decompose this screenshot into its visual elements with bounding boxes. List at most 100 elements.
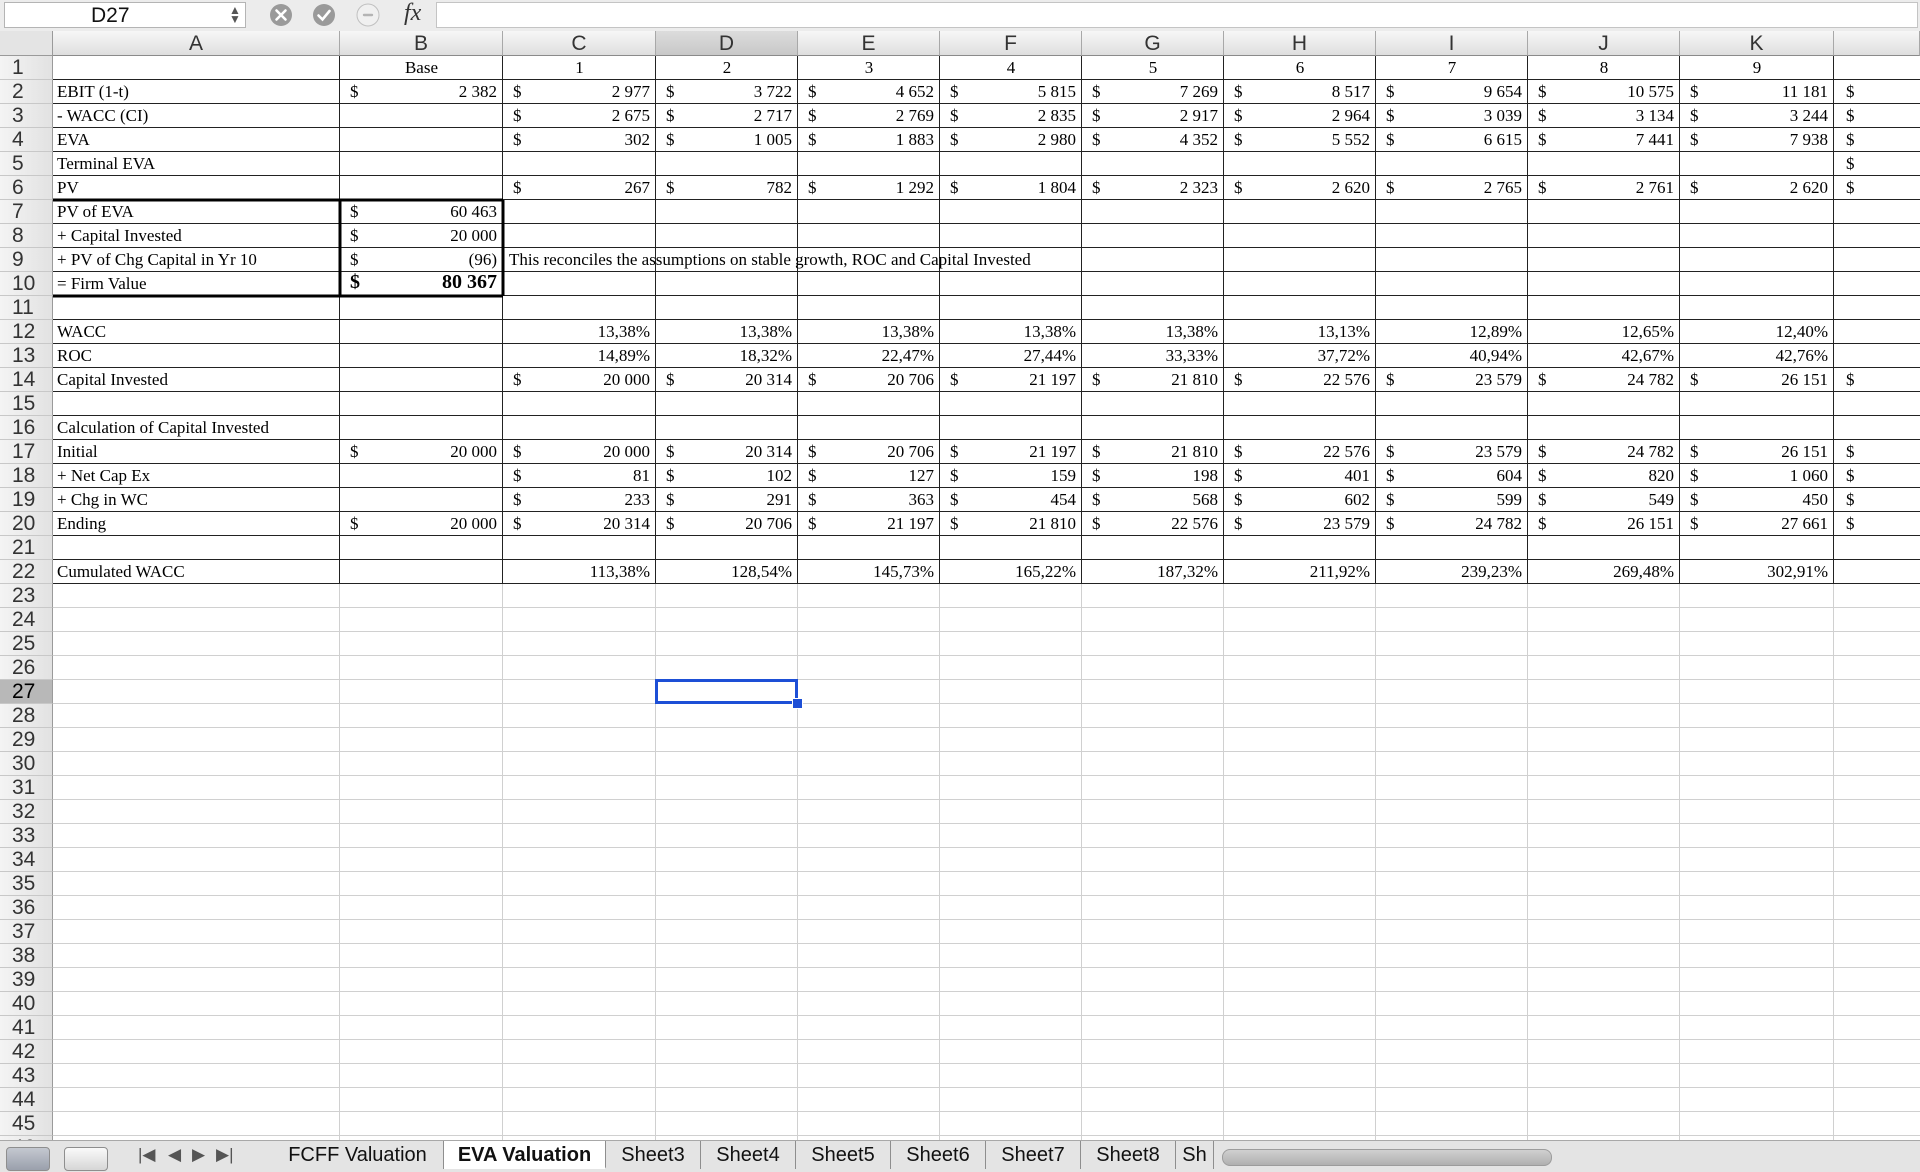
row-label-22[interactable]: Cumulated WACC <box>53 561 344 583</box>
value-r3-j[interactable]: 3 134 <box>1528 105 1680 127</box>
value-r18-i[interactable]: 604 <box>1376 465 1528 487</box>
value-r20-d[interactable]: 20 706 <box>656 513 798 535</box>
value-r4-j[interactable]: 7 441 <box>1528 129 1680 151</box>
selected-cell-d27[interactable] <box>655 679 798 704</box>
value-r14-e[interactable]: 20 706 <box>798 369 940 391</box>
value-r22-h[interactable]: 211,92% <box>1224 561 1376 583</box>
value-r4-c[interactable]: 302 <box>503 129 656 151</box>
value-r13-g[interactable]: 33,33% <box>1082 345 1224 367</box>
year-header-2[interactable]: 2 <box>656 57 798 79</box>
value-r2-j[interactable]: 10 575 <box>1528 81 1680 103</box>
sheet-tab-eva-valuation[interactable]: EVA Valuation <box>444 1141 606 1169</box>
value-r17-g[interactable]: 21 810 <box>1082 441 1224 463</box>
value-r14-c[interactable]: 20 000 <box>503 369 656 391</box>
value-r19-e[interactable]: 363 <box>798 489 940 511</box>
value-r17-f[interactable]: 21 197 <box>940 441 1082 463</box>
value-r13-c[interactable]: 14,89% <box>503 345 656 367</box>
value-r14-j[interactable]: 24 782 <box>1528 369 1680 391</box>
year-header-8[interactable]: 8 <box>1528 57 1680 79</box>
value-r20-h[interactable]: 23 579 <box>1224 513 1376 535</box>
sheet-tab-sheet6[interactable]: Sheet6 <box>891 1141 986 1169</box>
value-r2-e[interactable]: 4 652 <box>798 81 940 103</box>
value-r2-c[interactable]: 2 977 <box>503 81 656 103</box>
value-r18-h[interactable]: 401 <box>1224 465 1376 487</box>
year-header-1[interactable]: 1 <box>503 57 656 79</box>
value-r17-k[interactable]: 26 151 <box>1680 441 1834 463</box>
value-r19-g[interactable]: 568 <box>1082 489 1224 511</box>
first-sheet-icon[interactable]: |◀ <box>138 1145 156 1165</box>
value-r13-f[interactable]: 27,44% <box>940 345 1082 367</box>
base-value-2[interactable]: 2 382 <box>340 81 503 103</box>
value-r19-f[interactable]: 454 <box>940 489 1082 511</box>
value-r19-h[interactable]: 602 <box>1224 489 1376 511</box>
sheet-tab-fcff-valuation[interactable]: FCFF Valuation <box>272 1141 444 1169</box>
value-r2-h[interactable]: 8 517 <box>1224 81 1376 103</box>
value-r22-j[interactable]: 269,48% <box>1528 561 1680 583</box>
value-r18-d[interactable]: 102 <box>656 465 798 487</box>
value-r2-g[interactable]: 7 269 <box>1082 81 1224 103</box>
sheet-tab-sheet4[interactable]: Sheet4 <box>701 1141 796 1169</box>
value-r4-f[interactable]: 2 980 <box>940 129 1082 151</box>
value-r22-g[interactable]: 187,32% <box>1082 561 1224 583</box>
value-r14-d[interactable]: 20 314 <box>656 369 798 391</box>
row-label-3[interactable]: - WACC (CI) <box>53 105 344 127</box>
value-r22-i[interactable]: 239,23% <box>1376 561 1528 583</box>
value-r19-k[interactable]: 450 <box>1680 489 1834 511</box>
value-r12-i[interactable]: 12,89% <box>1376 321 1528 343</box>
value-r14-h[interactable]: 22 576 <box>1224 369 1376 391</box>
value-r18-k[interactable]: 1 060 <box>1680 465 1834 487</box>
page-layout-view-button[interactable] <box>64 1147 108 1171</box>
value-r12-c[interactable]: 13,38% <box>503 321 656 343</box>
row-label-19[interactable]: + Chg in WC <box>53 489 344 511</box>
value-r18-e[interactable]: 127 <box>798 465 940 487</box>
base-value-8[interactable]: 20 000 <box>340 225 503 247</box>
value-r6-e[interactable]: 1 292 <box>798 177 940 199</box>
fill-handle[interactable] <box>792 698 803 709</box>
row-label-12[interactable]: WACC <box>53 321 344 343</box>
row-label-5[interactable]: Terminal EVA <box>53 153 344 175</box>
sheet-tab-sheet3[interactable]: Sheet3 <box>606 1141 701 1169</box>
year-header-3[interactable]: 3 <box>798 57 940 79</box>
row-label-17[interactable]: Initial <box>53 441 344 463</box>
base-value-20[interactable]: 20 000 <box>340 513 503 535</box>
value-r19-c[interactable]: 233 <box>503 489 656 511</box>
value-r22-f[interactable]: 165,22% <box>940 561 1082 583</box>
value-r17-i[interactable]: 23 579 <box>1376 441 1528 463</box>
base-value-7[interactable]: 60 463 <box>340 201 503 223</box>
year-header-4[interactable]: 4 <box>940 57 1082 79</box>
value-r13-h[interactable]: 37,72% <box>1224 345 1376 367</box>
value-r12-h[interactable]: 13,13% <box>1224 321 1376 343</box>
value-r6-c[interactable]: 267 <box>503 177 656 199</box>
name-box[interactable]: D27 ▲ ▼ <box>4 2 246 28</box>
horizontal-scroll-thumb[interactable] <box>1222 1149 1552 1166</box>
value-r6-f[interactable]: 1 804 <box>940 177 1082 199</box>
value-r20-g[interactable]: 22 576 <box>1082 513 1224 535</box>
value-r13-i[interactable]: 40,94% <box>1376 345 1528 367</box>
value-r22-d[interactable]: 128,54% <box>656 561 798 583</box>
value-r14-k[interactable]: 26 151 <box>1680 369 1834 391</box>
value-r3-d[interactable]: 2 717 <box>656 105 798 127</box>
year-header-5[interactable]: 5 <box>1082 57 1224 79</box>
row-label-9[interactable]: + PV of Chg Capital in Yr 10 <box>53 249 344 271</box>
base-value-17[interactable]: 20 000 <box>340 441 503 463</box>
value-r20-i[interactable]: 24 782 <box>1376 513 1528 535</box>
value-r17-c[interactable]: 20 000 <box>503 441 656 463</box>
previous-sheet-icon[interactable]: ◀ <box>168 1145 181 1165</box>
value-r3-f[interactable]: 2 835 <box>940 105 1082 127</box>
value-r20-f[interactable]: 21 810 <box>940 513 1082 535</box>
value-r17-e[interactable]: 20 706 <box>798 441 940 463</box>
value-r6-g[interactable]: 2 323 <box>1082 177 1224 199</box>
value-r4-g[interactable]: 4 352 <box>1082 129 1224 151</box>
row-label-16[interactable]: Calculation of Capital Invested <box>53 417 344 439</box>
sheet-tab-sheet5[interactable]: Sheet5 <box>796 1141 891 1169</box>
value-r13-j[interactable]: 42,67% <box>1528 345 1680 367</box>
value-r13-d[interactable]: 18,32% <box>656 345 798 367</box>
year-header-6[interactable]: 6 <box>1224 57 1376 79</box>
year-header-7[interactable]: 7 <box>1376 57 1528 79</box>
value-r3-e[interactable]: 2 769 <box>798 105 940 127</box>
value-r6-h[interactable]: 2 620 <box>1224 177 1376 199</box>
value-r22-k[interactable]: 302,91% <box>1680 561 1834 583</box>
base-value-10[interactable]: 80 367 <box>340 271 503 293</box>
value-r22-e[interactable]: 145,73% <box>798 561 940 583</box>
value-r17-h[interactable]: 22 576 <box>1224 441 1376 463</box>
